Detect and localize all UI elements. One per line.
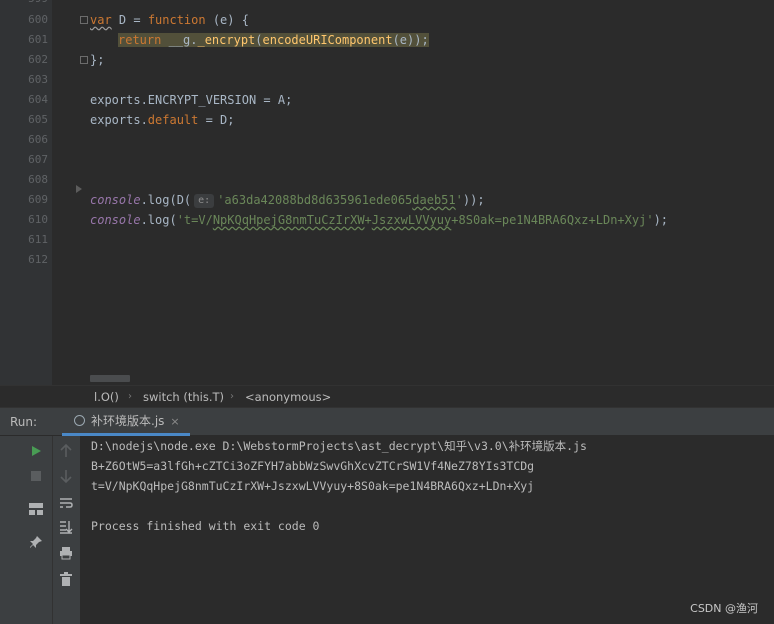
line-number: 609 [28,193,48,206]
run-toolbar-secondary [52,436,80,624]
line-number: 602 [28,53,48,66]
code-token: .log(D( [140,193,192,207]
console-object: console [90,193,141,207]
console-line: t=V/NpKQqHpejG8nmTuCzIrXW+JszxwLVVyuy+8S… [91,479,535,493]
code-line-604: exports.ENCRYPT_VERSION = A; [90,93,293,107]
code-token: (e)); [392,33,429,47]
code-token: D = [111,13,148,27]
run-label: Run: [10,415,38,429]
string-literal: 't=V/ [176,213,213,227]
string-literal: JszxwLVVyuy [371,213,452,227]
keyword-return: return [118,33,162,47]
line-number: 608 [28,173,48,186]
breadcrumb: l.O() › switch (this.T) › <anonymous> [0,385,774,407]
line-number-gutter: 599 600 601 602 603 604 605 606 607 608 … [0,0,52,385]
soft-wrap-icon[interactable] [57,494,75,512]
string-literal: ' [455,193,463,207]
line-number: 604 [28,93,48,106]
print-icon[interactable] [57,544,75,562]
code-token: = D; [198,113,235,127]
console-line: B+Z6OtW5=a3lfGh+cZTCi3oZFYH7abbWzSwvGhXc… [91,459,535,473]
code-token: exports. [90,113,148,127]
chevron-right-icon: › [230,391,234,402]
code-token: )); [462,193,485,207]
line-number: 612 [28,253,48,266]
console-line: D:\nodejs\node.exe D:\WebstormProjects\a… [91,439,587,453]
line-number: 605 [28,113,48,126]
console-output[interactable]: D:\nodejs\node.exe D:\WebstormProjects\a… [80,436,774,624]
run-tab-label: 补环境版本.js [91,414,165,428]
rerun-icon[interactable] [27,442,45,460]
code-token: (e) { [205,13,249,27]
keyword-var: var [90,13,112,27]
fold-toggle-icon[interactable] [80,56,88,64]
run-panel-header: Run: 补环境版本.js × [0,407,774,436]
line-number: 601 [28,33,48,46]
code-line-602: }; [90,53,105,67]
line-number: 606 [28,133,48,146]
stop-icon[interactable] [27,467,45,485]
pin-icon[interactable] [27,533,45,551]
chevron-right-icon: › [128,391,132,402]
code-token: ); [653,213,669,227]
code-line-609: console.log(D(e:'a63da42088bd8d635961ede… [90,190,485,210]
code-line-605: exports.default = D; [90,110,235,130]
code-token: .log( [140,213,177,227]
line-number: 600 [28,13,48,26]
line-number: 599 [0,0,48,9]
node-run-config-icon [74,415,85,426]
horizontal-scrollbar[interactable] [90,375,130,382]
run-tab[interactable]: 补环境版本.js × [62,408,190,436]
run-toolbar-primary [0,436,52,624]
breadcrumb-item[interactable]: l.O() [94,389,119,405]
layout-icon[interactable] [27,500,45,518]
fold-toggle-icon[interactable] [80,16,88,24]
code-line-600: var D = function (e) { [90,10,249,30]
code-line-601: return __g._encrypt(encodeURIComponent(e… [90,30,429,50]
scroll-to-end-icon[interactable] [57,518,75,536]
string-literal: NpKQqHpejG8nmTuCzIrXW [212,213,365,227]
arrow-down-icon[interactable] [57,467,75,485]
run-line-icon[interactable] [76,185,82,193]
string-literal: 'a63da42088bd8d635961ede065 [217,193,413,207]
line-number: 610 [28,213,48,226]
string-literal: + [364,213,372,227]
parameter-hint: e: [194,194,215,208]
code-token: __g. [161,33,198,47]
line-number: 611 [28,233,48,246]
keyword-function: function [147,13,206,27]
code-line-610: console.log('t=V/NpKQqHpejG8nmTuCzIrXW+J… [90,210,668,230]
function-name: encodeURIComponent [262,33,393,47]
function-name: _encrypt [197,33,256,47]
trash-icon[interactable] [57,570,75,588]
close-icon[interactable]: × [170,415,179,428]
breadcrumb-item[interactable]: switch (this.T) [143,389,224,405]
arrow-up-icon[interactable] [57,442,75,460]
code-token: ( [255,33,263,47]
line-number: 607 [28,153,48,166]
code-editor[interactable]: 599 600 601 602 603 604 605 606 607 608 … [0,0,774,385]
string-literal: daeb51 [412,193,456,207]
string-literal: +8S0ak=pe1N4BRA6Qxz+LDn+Xyj' [451,213,654,227]
breadcrumb-item[interactable]: <anonymous> [245,389,331,405]
console-line: Process finished with exit code 0 [91,519,320,533]
console-object: console [90,213,141,227]
line-number: 603 [28,73,48,86]
watermark: CSDN @渔河 [690,602,758,615]
keyword-default: default [147,113,199,127]
